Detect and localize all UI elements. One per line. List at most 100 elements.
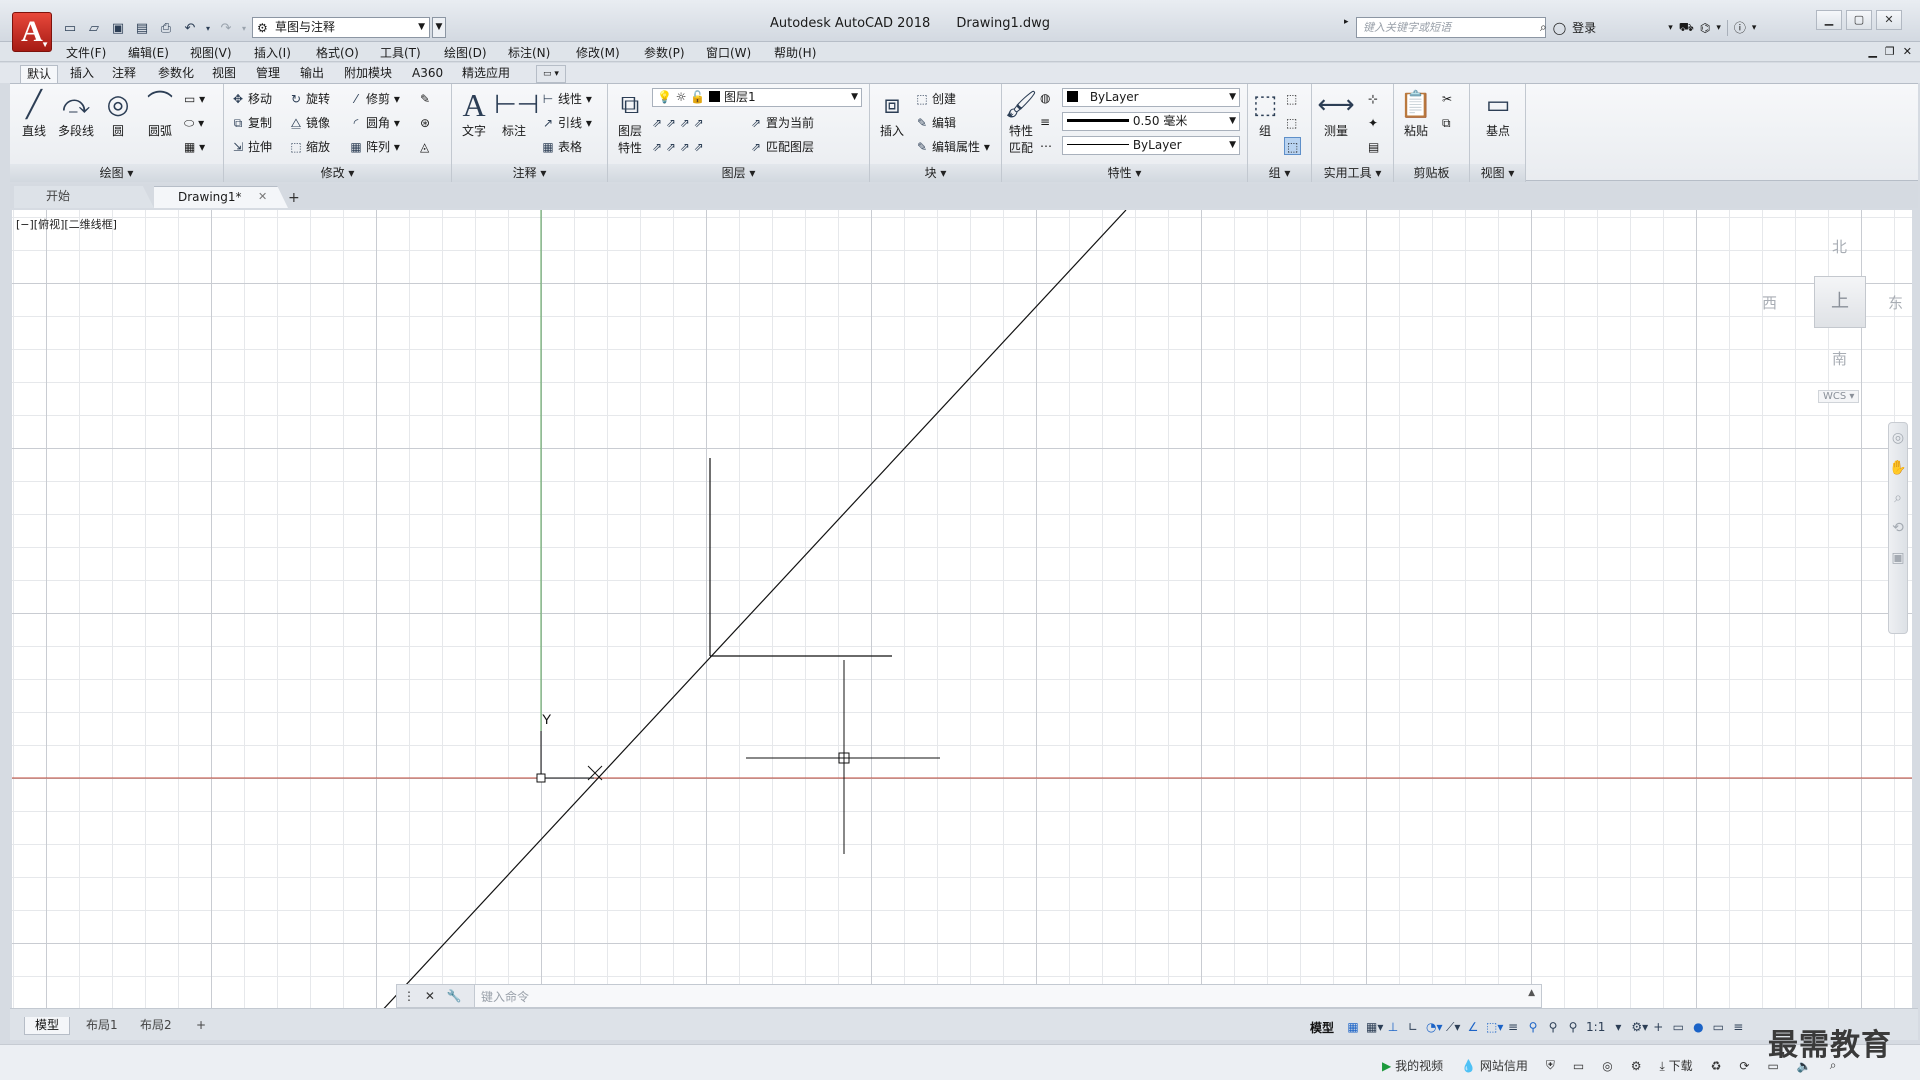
- isodraft-icon[interactable]: ⟋▾: [1446, 1020, 1460, 1035]
- binoculars-icon[interactable]: ⌕: [1540, 20, 1547, 35]
- lineweight-display-icon[interactable]: ≡: [1506, 1020, 1520, 1034]
- ungroup-icon[interactable]: ⬚: [1286, 90, 1297, 108]
- refresh-icon[interactable]: ⟳: [1739, 1059, 1749, 1073]
- ribbon-minimize-button[interactable]: ▭ ▾: [536, 65, 566, 83]
- menu-draw[interactable]: 绘图(D): [444, 44, 487, 61]
- exchange-dropdown-icon[interactable]: ▾: [1716, 23, 1721, 33]
- viewcube-north[interactable]: 北: [1832, 236, 1847, 257]
- annotation-visibility-icon[interactable]: ⚲: [1526, 1020, 1540, 1034]
- panel-annotation-title[interactable]: 注释 ▾: [452, 164, 607, 182]
- dynamic-input-icon[interactable]: ∟: [1406, 1020, 1420, 1034]
- object-snap-tracking-icon[interactable]: ∠: [1466, 1020, 1480, 1034]
- lineweight-dropdown[interactable]: 0.50 毫米 ▼: [1062, 112, 1240, 131]
- grip-icon[interactable]: ⋮: [403, 989, 415, 1003]
- cut-icon[interactable]: ✂: [1442, 90, 1452, 108]
- match-properties-button[interactable]: 🖌 特性 匹配: [1004, 88, 1038, 156]
- orbit-icon[interactable]: ⟲: [1889, 513, 1907, 543]
- rotate-button[interactable]: ↻ 旋转: [288, 90, 330, 108]
- leader-button[interactable]: ↗ 引线 ▾: [540, 114, 592, 132]
- close-icon[interactable]: ✕: [425, 989, 435, 1003]
- login-dropdown-icon[interactable]: ▾: [1668, 23, 1673, 33]
- new-tab-button[interactable]: +: [288, 190, 300, 206]
- menu-file[interactable]: 文件(F): [66, 44, 106, 61]
- move-button[interactable]: ✥ 移动: [230, 90, 272, 108]
- showmotion-icon[interactable]: ▣: [1889, 543, 1907, 573]
- object-snap-icon[interactable]: ⬚▾: [1486, 1020, 1503, 1034]
- minimize-button[interactable]: ▁: [1816, 10, 1842, 30]
- color-wheel-icon[interactable]: ◍: [1040, 89, 1050, 107]
- qat-customize-button[interactable]: ▼: [432, 17, 446, 38]
- hardware-acceleration-icon[interactable]: ●: [1691, 1020, 1705, 1034]
- workspace-select[interactable]: ⚙ 草图与注释 ▼: [252, 17, 430, 38]
- my-videos-button[interactable]: ▶ 我的视频: [1382, 1057, 1443, 1074]
- menu-insert[interactable]: 插入(I): [254, 44, 291, 61]
- panel-block-title[interactable]: 块 ▾: [870, 164, 1001, 182]
- panel-draw-title[interactable]: 绘图 ▾: [10, 164, 223, 182]
- doc-restore-icon[interactable]: ❐: [1885, 45, 1895, 58]
- paste-button[interactable]: 📋 粘贴: [1396, 88, 1436, 139]
- tab-model[interactable]: 模型: [24, 1017, 71, 1035]
- annotation-scale-icon[interactable]: ⚲: [1566, 1020, 1580, 1034]
- scale-button[interactable]: ⬚ 缩放: [288, 138, 330, 156]
- offset-icon[interactable]: ◬: [420, 138, 429, 156]
- explode-icon[interactable]: ⊛: [420, 114, 430, 132]
- edit-block-button[interactable]: ✎ 编辑: [914, 114, 956, 132]
- open-file-icon[interactable]: ▱: [84, 18, 104, 38]
- circle-button[interactable]: ◎ 圆: [98, 88, 138, 139]
- tab-manage[interactable]: 管理: [250, 65, 286, 83]
- tab-parametric[interactable]: 参数化: [152, 65, 200, 83]
- settings-icon[interactable]: ⚙: [1631, 1059, 1642, 1073]
- print-icon[interactable]: ⎙: [156, 18, 176, 38]
- group-select-toggle[interactable]: ⬚: [1284, 137, 1302, 155]
- customization-icon[interactable]: ≡: [1731, 1020, 1745, 1034]
- undo-dropdown-icon[interactable]: ▾: [204, 18, 212, 38]
- insert-block-button[interactable]: ⧈ 插入: [872, 88, 912, 139]
- panel-utilities-title[interactable]: 实用工具 ▾: [1312, 164, 1393, 182]
- login-button[interactable]: 登录: [1572, 19, 1596, 36]
- annotation-monitor-icon[interactable]: +: [1651, 1020, 1665, 1034]
- wrench-icon[interactable]: 🔧: [447, 989, 462, 1003]
- tab-view[interactable]: 视图: [206, 65, 242, 83]
- viewcube-top-face[interactable]: 上: [1814, 276, 1866, 328]
- group-edit-icon[interactable]: ⬚: [1286, 114, 1297, 132]
- tab-start[interactable]: 开始: [14, 186, 154, 208]
- ellipse-icon[interactable]: ⬭ ▾: [184, 114, 204, 132]
- drawing-canvas[interactable]: Y [−][俯视][二维线框] 北 西 东 南 上 WCS ▾ ◎ ✋ ⌕ ⟲ …: [12, 210, 1912, 1016]
- doc-minimize-icon[interactable]: ▁: [1868, 45, 1876, 58]
- measure-button[interactable]: ⟷ 测量: [1316, 88, 1356, 139]
- tab-output[interactable]: 输出: [294, 65, 330, 83]
- add-layout-button[interactable]: +: [186, 1017, 216, 1035]
- stretch-button[interactable]: ⇲ 拉伸: [230, 138, 272, 156]
- color-dropdown[interactable]: ByLayer ▼: [1062, 88, 1240, 107]
- menu-parametric[interactable]: 参数(P): [644, 44, 685, 61]
- mirror-button[interactable]: ⧋ 镜像: [288, 114, 330, 132]
- undo-icon[interactable]: ↶: [180, 18, 200, 38]
- base-view-button[interactable]: ▭ 基点: [1478, 88, 1518, 139]
- annotation-scale-value[interactable]: 1:1: [1586, 1020, 1605, 1034]
- command-history-icon[interactable]: ▲: [1528, 988, 1535, 998]
- panel-modify-title[interactable]: 修改 ▾: [224, 164, 451, 182]
- calculator-icon[interactable]: ▤: [1368, 138, 1379, 156]
- table-button[interactable]: ▦ 表格: [540, 138, 582, 156]
- tab-featured-apps[interactable]: 精选应用: [456, 65, 516, 83]
- save-icon[interactable]: ▣: [108, 18, 128, 38]
- site-credit-button[interactable]: 💧 网站信用: [1461, 1057, 1528, 1074]
- menu-format[interactable]: 格式(O): [316, 44, 359, 61]
- match-layer-button[interactable]: ⇗ 匹配图层: [748, 138, 814, 156]
- menu-view[interactable]: 视图(V): [190, 44, 232, 61]
- snap-icon[interactable]: ▦▾: [1366, 1020, 1383, 1034]
- rectangle-icon[interactable]: ▭ ▾: [184, 90, 205, 108]
- viewcube-east[interactable]: 东: [1888, 292, 1903, 313]
- edit-attributes-button[interactable]: ✎ 编辑属性 ▾: [914, 138, 990, 156]
- scale-dropdown-icon[interactable]: ▾: [1611, 1020, 1625, 1034]
- menu-tools[interactable]: 工具(T): [380, 44, 421, 61]
- units-icon[interactable]: ▭: [1671, 1020, 1685, 1034]
- maximize-button[interactable]: ▢: [1846, 10, 1872, 30]
- layer-dropdown[interactable]: 💡 ☼ 🔓 图层1 ▼: [652, 88, 862, 107]
- hatch-icon[interactable]: ▦ ▾: [184, 138, 205, 156]
- new-file-icon[interactable]: ▭: [60, 18, 80, 38]
- clean-screen-icon[interactable]: ▭: [1711, 1020, 1725, 1034]
- menu-help[interactable]: 帮助(H): [774, 44, 816, 61]
- help-dropdown-icon[interactable]: ▾: [1752, 23, 1757, 33]
- linear-button[interactable]: ⊢ 线性 ▾: [540, 90, 592, 108]
